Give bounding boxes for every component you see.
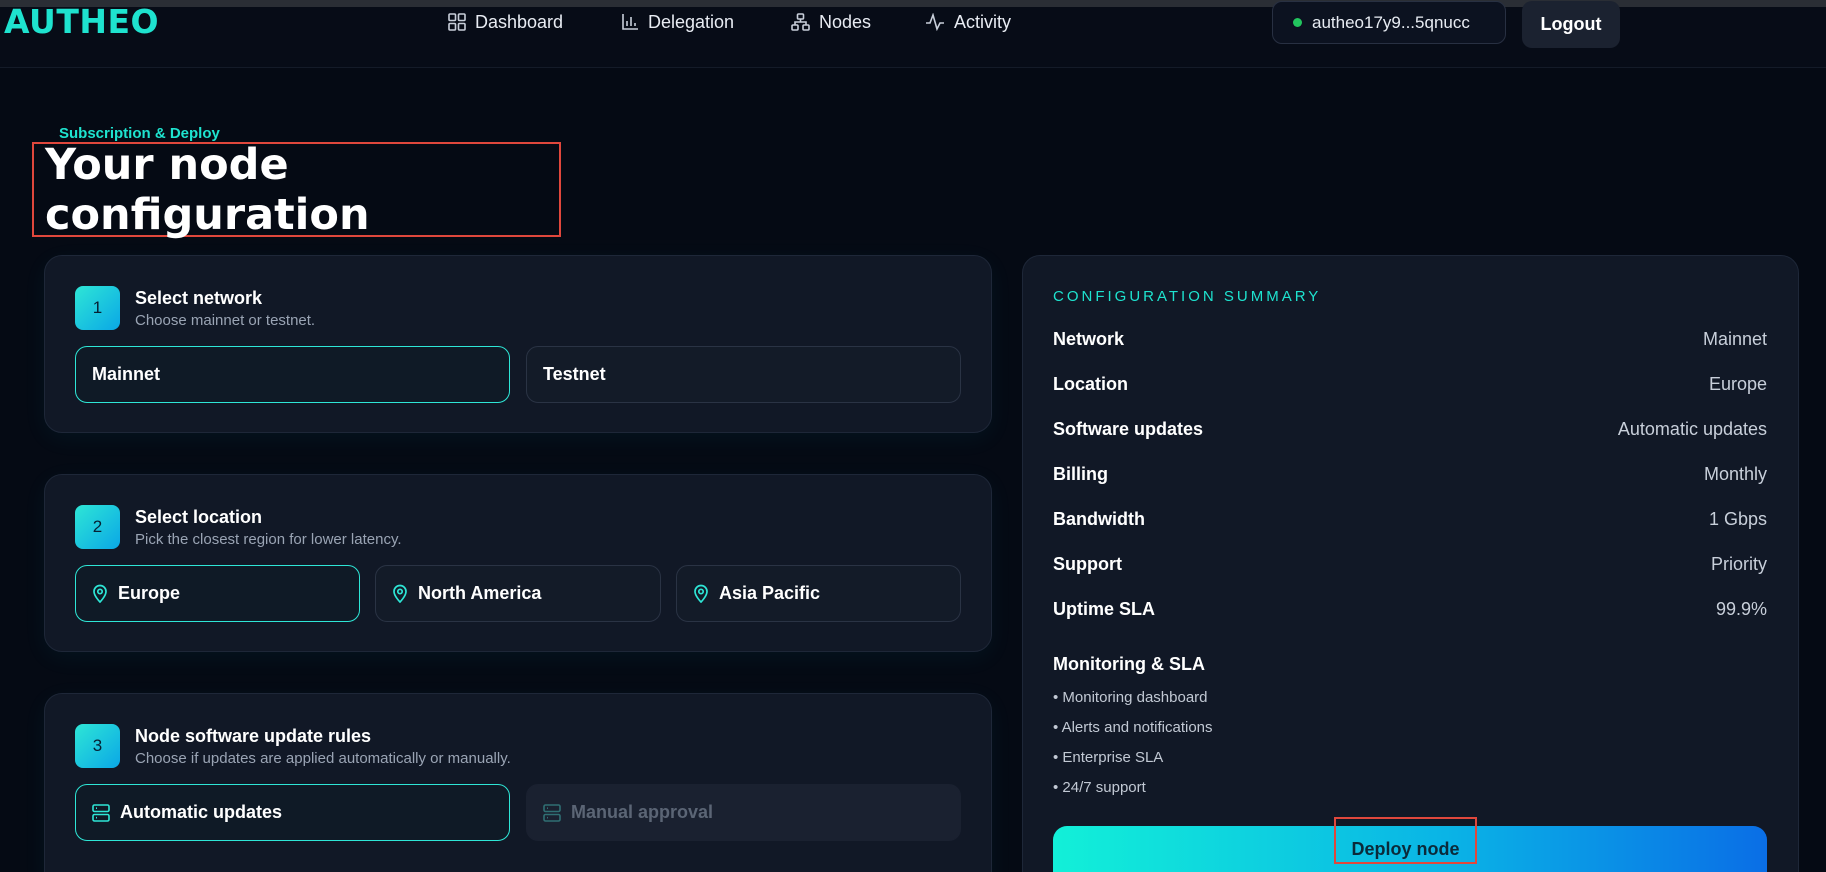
page-title: Your node configuration <box>32 139 561 240</box>
summary-value: Priority <box>1710 554 1767 574</box>
nav-activity-label: Activity <box>954 11 1012 32</box>
monitoring-item: • Enterprise SLA <box>1053 749 1164 766</box>
step-number-badge: 1 <box>75 286 120 330</box>
option-label: Europe <box>118 583 181 603</box>
map-pin-icon <box>694 584 708 603</box>
step-title: Node software update rules <box>135 726 372 746</box>
monitoring-item: • Alerts and notifications <box>1053 719 1213 736</box>
summary-key: Billing <box>1053 464 1108 484</box>
step-subtitle: Pick the closest region for lower latenc… <box>135 531 402 548</box>
configuration-summary-panel: CONFIGURATION SUMMARY Network Mainnet Lo… <box>1022 255 1799 872</box>
grid-icon <box>448 13 466 31</box>
option-mainnet[interactable]: Mainnet <box>75 346 510 403</box>
deploy-node-label-text: Deploy node <box>1351 839 1460 859</box>
bar-chart-icon <box>622 14 638 30</box>
network-icon <box>791 13 810 31</box>
step-title: Select network <box>135 288 263 308</box>
option-automatic-updates[interactable]: Automatic updates <box>75 784 510 841</box>
option-label: Asia Pacific <box>719 583 821 603</box>
summary-row-bandwidth: Bandwidth 1 Gbps <box>1053 509 1767 530</box>
activity-icon <box>926 13 944 31</box>
option-label: Manual approval <box>571 802 714 822</box>
server-icon <box>543 803 561 822</box>
step-number-badge: 3 <box>75 724 120 768</box>
deploy-node-label[interactable]: Deploy node <box>1334 817 1477 864</box>
summary-row-location: Location Europe <box>1053 374 1767 395</box>
option-europe[interactable]: Europe <box>75 565 360 622</box>
nav-delegation-label: Delegation <box>648 11 735 32</box>
summary-row-uptime-sla: Uptime SLA 99.9% <box>1053 599 1767 620</box>
summary-value: 99.9% <box>1715 599 1767 619</box>
option-label: Automatic updates <box>120 802 283 822</box>
monitoring-title: Monitoring & SLA <box>1053 654 1205 674</box>
step-card-update-rules: 3 Node software update rules Choose if u… <box>44 693 992 872</box>
autheo-logo[interactable]: AUTHEO <box>4 5 159 38</box>
server-icon <box>92 803 110 822</box>
nav-nodes-label: Nodes <box>819 11 872 32</box>
map-pin-icon <box>93 584 107 603</box>
summary-row-software-updates: Software updates Automatic updates <box>1053 419 1767 440</box>
page-title-text: Your node configuration <box>45 139 370 240</box>
summary-key: Network <box>1053 329 1125 349</box>
logout-button[interactable]: Logout <box>1522 1 1620 48</box>
nav-activity[interactable]: Activity <box>925 7 1011 37</box>
monitoring-item: • 24/7 support <box>1053 779 1146 796</box>
summary-value: Monthly <box>1703 464 1767 484</box>
summary-value: Automatic updates <box>1617 419 1767 439</box>
nav-dashboard[interactable]: Dashboard <box>448 7 563 37</box>
summary-row-billing: Billing Monthly <box>1053 464 1767 485</box>
nav-delegation[interactable]: Delegation <box>621 7 734 37</box>
monitoring-item: • Monitoring dashboard <box>1053 689 1208 706</box>
step-card-location: 2 Select location Pick the closest regio… <box>44 474 992 652</box>
connected-status-dot <box>1293 18 1302 27</box>
option-testnet[interactable]: Testnet <box>526 346 961 403</box>
summary-key: Location <box>1053 374 1128 394</box>
map-pin-icon <box>393 584 407 603</box>
step-card-network: 1 Select network Choose mainnet or testn… <box>44 255 992 433</box>
nav-nodes[interactable]: Nodes <box>791 7 871 37</box>
summary-key: Support <box>1053 554 1122 574</box>
summary-value: Europe <box>1708 374 1767 394</box>
summary-row-network: Network Mainnet <box>1053 329 1767 350</box>
step-subtitle: Choose mainnet or testnet. <box>135 312 316 329</box>
summary-heading: CONFIGURATION SUMMARY <box>1053 288 1322 305</box>
nav-dashboard-label: Dashboard <box>475 11 564 32</box>
top-navigation-bar: AUTHEO Dashboard Delegation Nodes Activi… <box>0 1 1826 68</box>
summary-key: Uptime SLA <box>1053 599 1156 619</box>
wallet-address-pill[interactable]: autheo17y9...5qnucc <box>1272 1 1506 44</box>
option-label: North America <box>418 583 542 603</box>
option-asia-pacific[interactable]: Asia Pacific <box>676 565 961 622</box>
summary-key: Software updates <box>1053 419 1204 439</box>
option-label: Mainnet <box>92 364 161 384</box>
step-title: Select location <box>135 507 263 527</box>
step-number-badge: 2 <box>75 505 120 549</box>
step-subtitle: Choose if updates are applied automatica… <box>135 750 511 767</box>
wallet-address: autheo17y9...5qnucc <box>1312 12 1470 32</box>
option-manual-approval[interactable]: Manual approval <box>526 784 961 841</box>
option-label: Testnet <box>543 364 606 384</box>
summary-key: Bandwidth <box>1053 509 1145 529</box>
summary-row-support: Support Priority <box>1053 554 1767 575</box>
summary-value: 1 Gbps <box>1708 509 1767 529</box>
summary-value: Mainnet <box>1702 329 1767 349</box>
option-north-america[interactable]: North America <box>375 565 661 622</box>
